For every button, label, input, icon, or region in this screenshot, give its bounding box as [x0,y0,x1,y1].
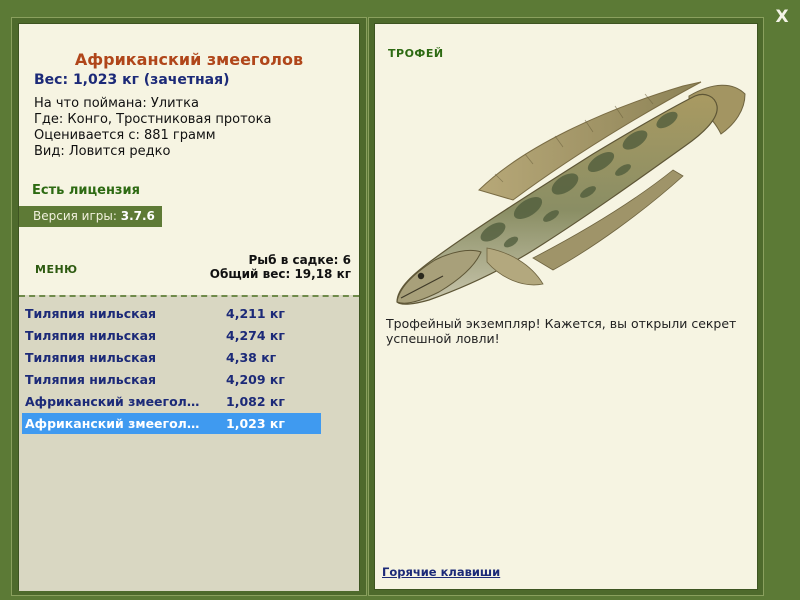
keep-total-weight: Общий вес: 19,18 кг [209,267,351,281]
catch-list: Тиляпия нильская 4,211 кг Тиляпия нильск… [19,295,359,591]
bait-info: На что поймана: Улитка [34,96,199,111]
rarity-info: Вид: Ловится редко [34,144,171,159]
catch-weight: 4,209 кг [226,372,285,387]
catch-name: Африканский змееголо... [25,416,205,431]
hotkeys-link[interactable]: Горячие клавиши [382,565,500,579]
version-badge: Версия игры: 3.7.6 [19,206,162,227]
keep-count: Рыб в садке: 6 [248,253,352,267]
version-value: 3.7.6 [120,209,155,223]
fish-title: Африканский змееголов [74,50,304,69]
close-button[interactable]: X [771,6,793,28]
catch-row[interactable]: Африканский змееголо... 1,082 кг [22,391,321,412]
snakehead-fish-image [396,81,746,305]
catch-name: Тиляпия нильская [25,328,157,343]
catch-weight: 4,38 кг [226,350,277,365]
trophy-panel: ТРОФЕЙ Трофейный экземпляр! Кажется, вы … [374,23,758,590]
location-info: Где: Конго, Тростниковая протока [34,112,272,127]
fish-info-panel: Африканский змееголов Вес: 1,023 кг (зач… [18,23,360,591]
catch-weight: 4,274 кг [226,328,285,343]
fish-weight: Вес: 1,023 кг (зачетная) [34,72,230,88]
catch-row[interactable]: Тиляпия нильская 4,209 кг [22,369,321,390]
catch-row[interactable]: Тиляпия нильская 4,274 кг [22,325,321,346]
license-status: Есть лицензия [32,183,140,198]
catch-weight: 1,023 кг [226,416,285,431]
catch-name: Тиляпия нильская [25,372,157,387]
catch-name: Тиляпия нильская [25,350,157,365]
catch-row[interactable]: Тиляпия нильская 4,211 кг [22,303,321,324]
catch-weight: 4,211 кг [226,306,285,321]
catch-row-selected[interactable]: Африканский змееголо... 1,023 кг [22,413,321,434]
catch-row[interactable]: Тиляпия нильская 4,38 кг [22,347,321,368]
trophy-description: Трофейный экземпляр! Кажется, вы открыли… [386,316,737,346]
version-label: Версия игры: [33,209,121,223]
catch-name: Тиляпия нильская [25,306,157,321]
catch-weight: 1,082 кг [226,394,285,409]
catch-name: Африканский змееголо... [25,394,205,409]
menu-button[interactable]: МЕНЮ [35,263,78,276]
rating-info: Оценивается с: 881 грамм [34,128,216,143]
